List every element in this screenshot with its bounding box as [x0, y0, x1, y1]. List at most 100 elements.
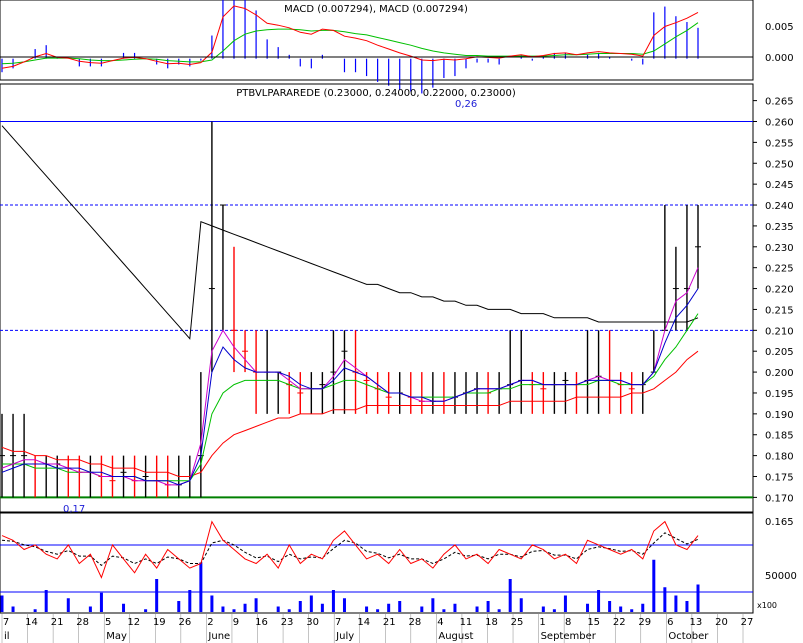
- x-tick-label: 28: [408, 617, 421, 628]
- x-tick-label: 19: [153, 617, 166, 628]
- volume-bar: [696, 584, 700, 612]
- annotation-high-label: 0,26: [455, 99, 477, 110]
- price-ytick-label: 0.255: [765, 138, 794, 149]
- price-ytick-label: 0.220: [765, 285, 794, 296]
- volume-bar: [210, 595, 214, 612]
- x-tick-label: 7: [3, 617, 9, 628]
- price-title: PTBVLPARAREDE (0.23000, 0.24000, 0.22000…: [236, 88, 516, 99]
- volume-bar: [674, 595, 678, 612]
- volume-bar: [122, 603, 126, 612]
- price-ytick-label: 0.230: [765, 243, 794, 254]
- volume-bar: [88, 606, 92, 612]
- x-tick-label: 30: [306, 617, 319, 628]
- x-tick-label: 1: [539, 617, 545, 628]
- x-month-label: il: [4, 631, 10, 642]
- x-tick-label: 6: [667, 617, 673, 628]
- volume-bar: [497, 609, 501, 612]
- price-ytick-label: 0.260: [765, 118, 794, 129]
- volume-bar: [221, 606, 225, 612]
- x-tick-label: 23: [281, 617, 294, 628]
- volume-bar: [177, 601, 181, 612]
- volume-bar: [276, 606, 280, 612]
- price-ytick-label: 0.215: [765, 305, 794, 316]
- x-tick-label: 14: [25, 617, 38, 628]
- volume-bar: [144, 609, 148, 612]
- volume-bar: [608, 601, 612, 612]
- volume-bar: [508, 579, 512, 612]
- price-ytick-label: 0.190: [765, 410, 794, 421]
- macd-title: MACD (0.007294), MACD (0.007294): [284, 4, 468, 15]
- volume-bar: [630, 609, 634, 612]
- price-ytick-label: 0.175: [765, 473, 794, 484]
- price-ytick-label: 0.210: [765, 326, 794, 337]
- volume-bar: [320, 603, 324, 612]
- x-tick-label: 5: [105, 617, 111, 628]
- price-ytick-label: 0.200: [765, 368, 794, 379]
- x-month-label: October: [668, 631, 709, 642]
- x-tick-label: 15: [587, 617, 600, 628]
- price-ytick-label: 0.240: [765, 201, 794, 212]
- volume-bar: [586, 603, 590, 612]
- volume-bar: [44, 590, 48, 612]
- x-tick-label: 25: [511, 617, 524, 628]
- x-month-label: August: [438, 631, 473, 642]
- volume-bar: [99, 592, 103, 612]
- price-ytick-label: 0.265: [765, 97, 794, 108]
- volume-bar: [188, 590, 192, 612]
- volume-bar: [376, 609, 380, 612]
- x-tick-label: 14: [357, 617, 370, 628]
- volume-bar: [552, 609, 556, 612]
- volume-bar: [597, 590, 601, 612]
- price-ytick-label: 0.250: [765, 159, 794, 170]
- price-ytick-label: 0.235: [765, 222, 794, 233]
- volume-bar: [243, 603, 247, 612]
- x-month-label: May: [106, 631, 127, 642]
- x-tick-label: 11: [460, 617, 473, 628]
- price-ytick-label: 0.195: [765, 389, 794, 400]
- x-tick-label: 21: [51, 617, 64, 628]
- volume-bar: [309, 595, 313, 612]
- volume-bar: [365, 606, 369, 612]
- volume-bar: [563, 595, 567, 612]
- osc-ytick-label: 0.165: [765, 517, 794, 528]
- volume-bar: [342, 598, 346, 612]
- price-ytick-label: 0.180: [765, 452, 794, 463]
- x-tick-label: 22: [613, 617, 626, 628]
- macd-ytick-label: 0.005: [765, 22, 794, 33]
- volume-bar: [298, 601, 302, 612]
- volume-bar: [155, 579, 159, 612]
- price-ytick-label: 0.225: [765, 264, 794, 275]
- x-tick-label: 26: [178, 617, 191, 628]
- volume-bar: [420, 606, 424, 612]
- x-tick-label: 13: [690, 617, 703, 628]
- volume-bar: [663, 587, 667, 612]
- x-tick-label: 28: [76, 617, 89, 628]
- volume-unit-label: x100: [757, 601, 777, 610]
- volume-bar: [619, 606, 623, 612]
- x-tick-label: 18: [485, 617, 498, 628]
- x-tick-label: 4: [437, 617, 443, 628]
- volume-bar: [442, 609, 446, 612]
- volume-bar: [199, 562, 203, 612]
- x-tick-label: 20: [715, 617, 728, 628]
- volume-bar: [287, 609, 291, 612]
- price-ytick-label: 0.185: [765, 431, 794, 442]
- volume-bar: [486, 601, 490, 612]
- volume-bar: [331, 590, 335, 612]
- x-tick-label: 21: [383, 617, 396, 628]
- macd-ytick-label: 0.000: [765, 53, 794, 64]
- volume-bar: [11, 606, 15, 612]
- x-tick-label: 2: [207, 617, 213, 628]
- volume-bar: [453, 603, 457, 612]
- volume-bar: [652, 559, 656, 612]
- volume-bar: [475, 606, 479, 612]
- x-tick-label: 9: [233, 617, 239, 628]
- price-ytick-label: 0.205: [765, 347, 794, 358]
- volume-bar: [387, 603, 391, 612]
- volume-bar: [685, 601, 689, 612]
- volume-bar: [641, 603, 645, 612]
- volume-bar: [519, 598, 523, 612]
- price-ytick-label: 0.245: [765, 180, 794, 191]
- x-tick-label: 29: [638, 617, 651, 628]
- x-tick-label: 16: [255, 617, 268, 628]
